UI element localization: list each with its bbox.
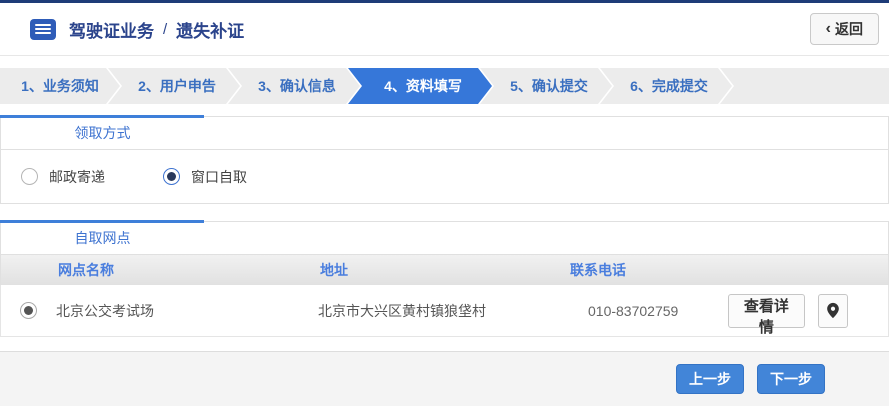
- page-subtitle: 遗失补证: [176, 17, 244, 42]
- tab-accent-line: [0, 220, 204, 223]
- column-outlet-name: 网点名称: [56, 260, 318, 280]
- step-bar-filler: [720, 68, 889, 104]
- outlet-phone: 010-83702759: [568, 303, 728, 319]
- pickup-method-title: 领取方式: [1, 123, 204, 143]
- next-step-button[interactable]: 下一步: [757, 364, 825, 394]
- title-separator: /: [163, 21, 167, 38]
- map-location-button[interactable]: [818, 294, 848, 328]
- step-6-complete[interactable]: 6、完成提交: [600, 68, 732, 104]
- back-chevron-icon: ‹: [826, 21, 831, 37]
- column-address: 地址: [318, 260, 568, 280]
- step-1-notice[interactable]: 1、业务须知: [0, 68, 120, 104]
- step-progress-bar: 1、业务须知 2、用户申告 3、确认信息 4、资料填写 5、确认提交 6、完成提…: [0, 68, 889, 104]
- step-3-confirm-info[interactable]: 3、确认信息: [228, 68, 360, 104]
- pickup-method-section-header: 领取方式: [0, 116, 889, 150]
- option-window-pickup[interactable]: 窗口自取: [163, 167, 247, 187]
- option-window-pickup-label: 窗口自取: [191, 167, 247, 187]
- step-2-declaration[interactable]: 2、用户申告: [108, 68, 240, 104]
- radio-postal-delivery[interactable]: [21, 168, 38, 185]
- footer-action-bar: 上一步 下一步: [0, 351, 889, 406]
- outlets-table-header: 网点名称 地址 联系电话: [0, 255, 889, 285]
- tab-accent-line: [0, 115, 204, 118]
- outlet-actions: 查看详情: [728, 294, 888, 328]
- radio-window-pickup[interactable]: [163, 168, 180, 185]
- column-phone: 联系电话: [568, 260, 728, 280]
- back-button[interactable]: ‹ 返回: [810, 13, 879, 45]
- view-details-button[interactable]: 查看详情: [728, 294, 805, 328]
- map-pin-icon: [826, 302, 840, 319]
- previous-step-button[interactable]: 上一步: [676, 364, 744, 394]
- outlet-row: 北京公交考试场 北京市大兴区黄村镇狼垡村 010-83702759 查看详情: [0, 285, 889, 337]
- outlets-title: 自取网点: [1, 228, 204, 248]
- outlet-name: 北京公交考试场: [56, 301, 318, 321]
- outlet-address: 北京市大兴区黄村镇狼垡村: [318, 301, 568, 321]
- back-button-label: 返回: [835, 19, 863, 39]
- document-list-icon: [30, 19, 56, 40]
- radio-outlet-select[interactable]: [20, 302, 37, 319]
- option-postal-delivery-label: 邮政寄递: [49, 167, 105, 187]
- pickup-method-options: 邮政寄递 窗口自取: [0, 150, 889, 204]
- outlets-section-header: 自取网点: [0, 221, 889, 255]
- page-header: 驾驶证业务 / 遗失补证 ‹ 返回: [0, 3, 889, 56]
- outlet-radio-cell: [1, 302, 56, 319]
- step-5-confirm-submit[interactable]: 5、确认提交: [480, 68, 612, 104]
- option-postal-delivery[interactable]: 邮政寄递: [21, 167, 105, 187]
- page-title: 驾驶证业务: [69, 17, 154, 42]
- step-4-fill-data[interactable]: 4、资料填写: [348, 68, 492, 104]
